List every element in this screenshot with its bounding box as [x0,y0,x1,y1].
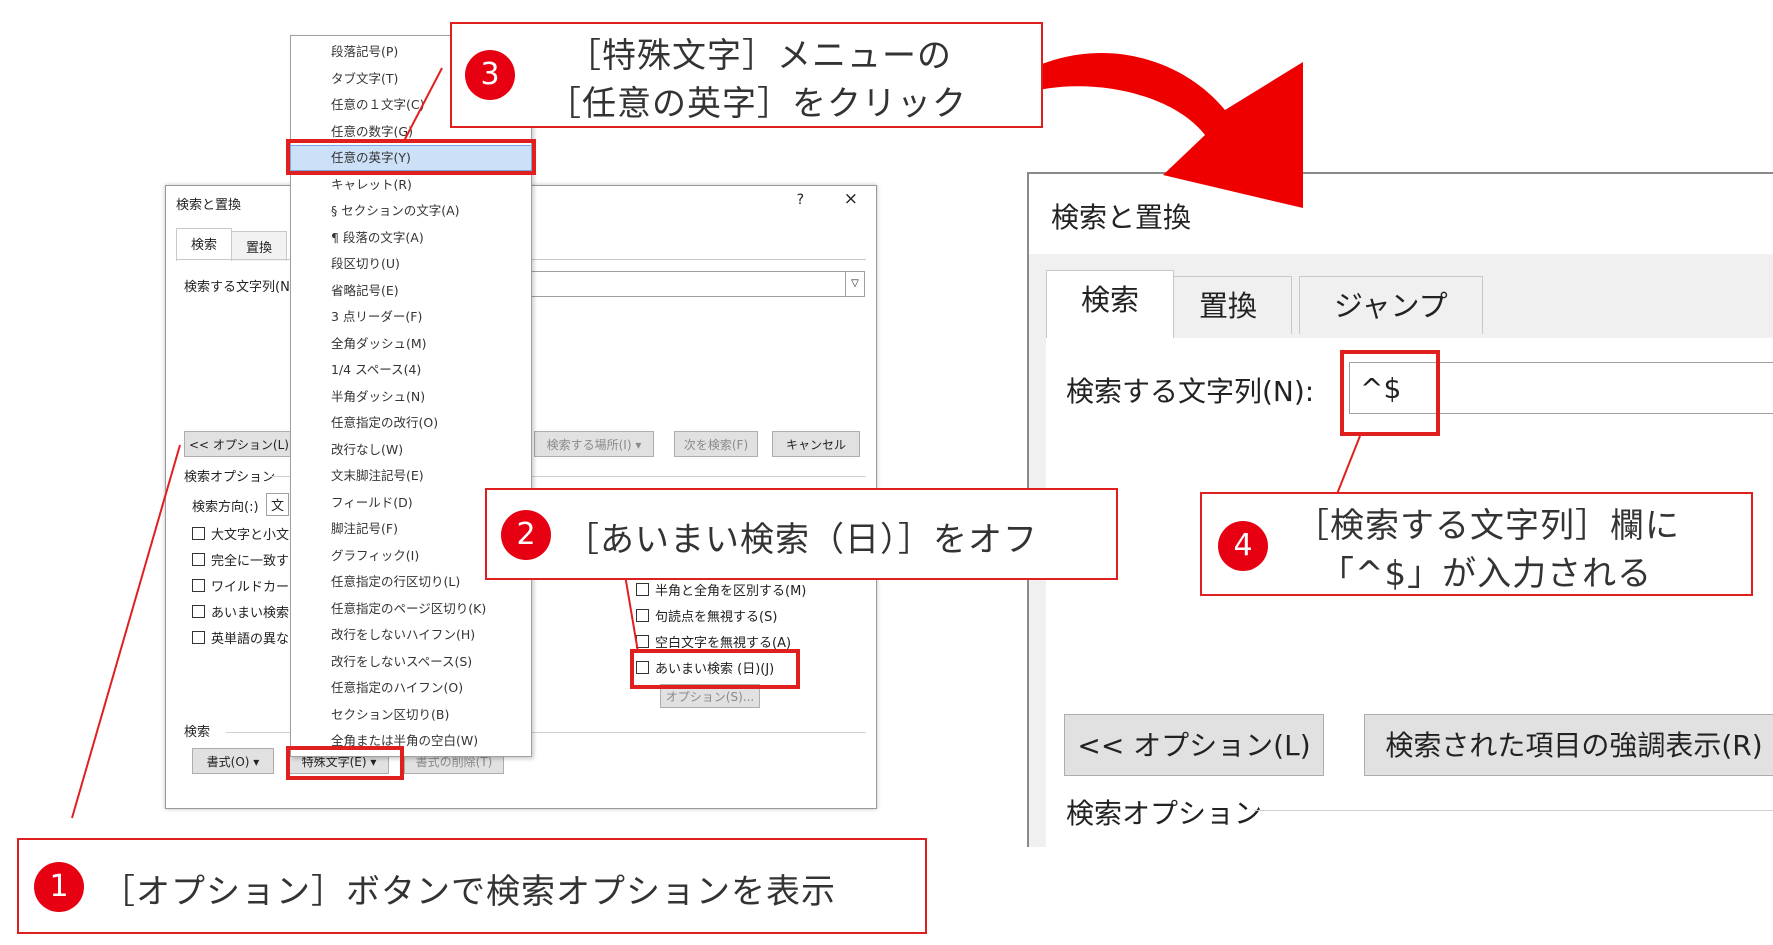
callout-text-line2: 「^$」が入力される [1320,554,1653,594]
annotation-overlay [71,53,1361,819]
connector-line-1 [71,444,181,819]
callout-step-3: 3 ［特殊文字］メニューの ［任意の英字］をクリック [450,22,1043,128]
step-number: 3 [465,50,515,100]
callout-text-line1: ［特殊文字］メニューの [567,36,952,76]
callout-text: ［オプション］ボタンで検索オプションを表示 [101,872,836,912]
step-number: 2 [501,510,551,560]
callout-step-1: 1 ［オプション］ボタンで検索オプションを表示 [17,838,927,934]
connector-line-3 [403,67,443,142]
step-number: 1 [34,862,84,912]
curved-arrow-icon [1010,53,1303,208]
callout-step-4: 4 ［検索する文字列］欄に 「^$」が入力される [1200,492,1753,596]
callout-text-line1: ［検索する文字列］欄に [1295,506,1680,546]
connector-line-4 [1336,435,1361,495]
callout-text: ［あいまい検索（日）］をオフ [565,520,1038,560]
step-number: 4 [1218,521,1268,571]
callout-text-line2: ［任意の英字］をクリック [547,84,967,124]
connector-line-2 [624,574,639,653]
callout-step-2: 2 ［あいまい検索（日）］をオフ [485,488,1118,580]
